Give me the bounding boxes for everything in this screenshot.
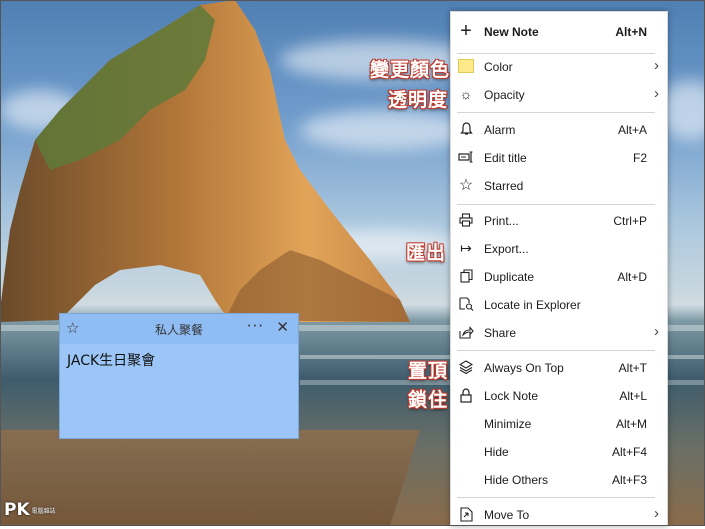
lock-icon xyxy=(458,387,474,403)
sticky-note-window[interactable]: ☆ 私人聚餐 ··· ✕ JACK生日聚會 xyxy=(59,313,299,439)
menu-item-opacity[interactable]: ☼ Opacity › xyxy=(451,81,667,109)
move-file-icon xyxy=(458,506,474,522)
annotation-export: 匯出 xyxy=(405,242,447,265)
printer-icon xyxy=(458,212,474,228)
export-arrow-icon: ↦ xyxy=(460,239,472,256)
plus-icon: + xyxy=(460,19,472,42)
sun-icon: ☼ xyxy=(459,86,473,102)
star-icon: ☆ xyxy=(458,177,474,194)
annotation-lock: 鎖住 xyxy=(407,389,449,412)
menu-item-locate-in-explorer[interactable]: Locate in Explorer xyxy=(451,291,667,319)
bell-icon xyxy=(458,121,474,137)
menu-item-new-note[interactable]: + New Note Alt+N xyxy=(451,18,667,46)
copy-icon xyxy=(458,268,474,284)
menu-item-print[interactable]: Print... Ctrl+P xyxy=(451,207,667,235)
close-icon[interactable]: ✕ xyxy=(276,318,289,336)
watermark-logo: PK 電腦雜誌 xyxy=(4,500,56,520)
annotation-color: 變更顏色 xyxy=(369,59,451,82)
color-swatch-icon xyxy=(458,58,474,74)
menu-item-export[interactable]: ↦ Export... xyxy=(451,235,667,263)
menu-item-lock-note[interactable]: Lock Note Alt+L xyxy=(451,382,667,410)
layers-icon xyxy=(458,359,474,375)
rename-icon xyxy=(458,149,474,165)
more-options-icon[interactable]: ··· xyxy=(247,317,264,335)
annotation-opacity: 透明度 xyxy=(387,89,449,112)
menu-item-move-to[interactable]: Move To › xyxy=(451,501,667,529)
menu-item-share[interactable]: Share › xyxy=(451,319,667,347)
menu-item-hide-others[interactable]: Hide Others Alt+F3 xyxy=(451,466,667,494)
menu-item-minimize[interactable]: Minimize Alt+M xyxy=(451,410,667,438)
menu-item-duplicate[interactable]: Duplicate Alt+D xyxy=(451,263,667,291)
note-body-text[interactable]: JACK生日聚會 xyxy=(60,344,298,376)
chevron-right-icon: › xyxy=(654,57,659,74)
menu-item-color[interactable]: Color › xyxy=(451,53,667,81)
menu-item-alarm[interactable]: Alarm Alt+A xyxy=(451,116,667,144)
annotation-always-on-top: 置頂 xyxy=(407,360,449,383)
menu-item-always-on-top[interactable]: Always On Top Alt+T xyxy=(451,354,667,382)
menu-item-hide[interactable]: Hide Alt+F4 xyxy=(451,438,667,466)
chevron-right-icon: › xyxy=(654,85,659,102)
menu-item-edit-title[interactable]: Edit title F2 xyxy=(451,144,667,172)
note-title-bar[interactable]: ☆ 私人聚餐 ··· ✕ xyxy=(60,314,298,344)
locate-file-icon xyxy=(458,296,474,312)
chevron-right-icon: › xyxy=(654,505,659,522)
context-menu: + New Note Alt+N Color › ☼ Opacity › Ala… xyxy=(450,11,668,526)
chevron-right-icon: › xyxy=(654,323,659,340)
menu-item-starred[interactable]: ☆ Starred xyxy=(451,172,667,200)
share-icon xyxy=(458,324,474,340)
